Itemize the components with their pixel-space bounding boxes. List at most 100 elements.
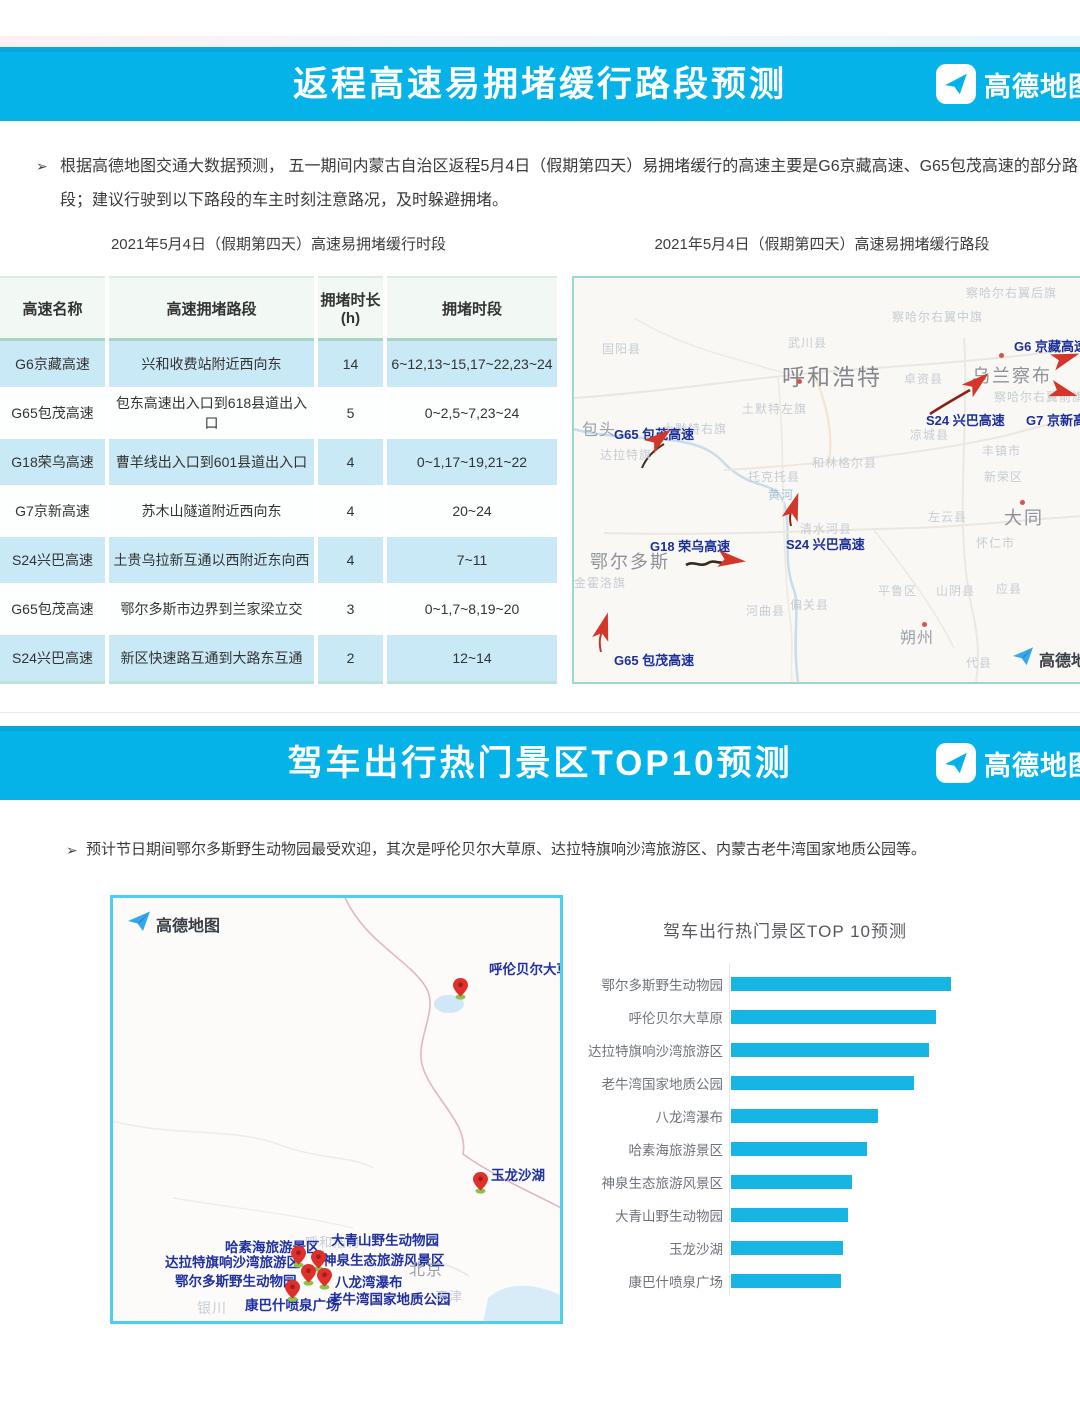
table-cell: 兴和收费站附近西向东 <box>107 340 316 389</box>
chart-bar <box>731 1208 848 1222</box>
infographic-page: 返程高速易拥堵缓行路段预测 高德地图 ➢ 根据高德地图交通大数据预测， 五一期间… <box>0 0 1080 1408</box>
chart-row: 达拉特旗响沙湾旅游区 <box>585 1033 1080 1066</box>
chart-category-label: 呼伦贝尔大草原 <box>585 1007 723 1027</box>
map-pin-icon <box>317 1268 332 1290</box>
pin-label-daqingshan: 大青山野生动物园 <box>331 1229 439 1249</box>
section2-title: 驾车出行热门景区TOP10预测 <box>0 726 1080 800</box>
map-label-tumd-left: 土默特左旗 <box>742 400 807 417</box>
chart-row: 呼伦贝尔大草原 <box>585 1000 1080 1033</box>
map-label-tianjin: 天津 <box>435 1286 463 1305</box>
table-cell: 鄂尔多斯市边界到兰家梁立交 <box>107 585 316 634</box>
chart-row: 老牛湾国家地质公园 <box>585 1066 1080 1099</box>
bullet-icon: ➢ <box>36 151 48 181</box>
chart-category-label: 大青山野生动物园 <box>585 1205 723 1225</box>
section2-intro: ➢ 预计节日期间鄂尔多斯野生动物园最受欢迎，其次是呼伦贝尔大草原、达拉特旗响沙湾… <box>66 834 1080 866</box>
table-cell: 14 <box>316 340 385 389</box>
table-cell: 5 <box>316 389 385 438</box>
section1-intro-text: 根据高德地图交通大数据预测， 五一期间内蒙古自治区返程5月4日（假期第四天）易拥… <box>60 158 1078 209</box>
congestion-table: 高速名称 高速拥堵路段 拥堵时长 (h) 拥堵时段 G6京藏高速兴和收费站附近西… <box>0 276 557 684</box>
chart-row: 大青山野生动物园 <box>585 1198 1080 1231</box>
chart-row: 玉龙沙湖 <box>585 1231 1080 1264</box>
chart-bar <box>731 1241 843 1255</box>
amap-map-logo-text: 高德地图 <box>156 912 220 936</box>
table-cell: 20~24 <box>385 487 557 536</box>
col-header-segment: 高速拥堵路段 <box>107 277 316 340</box>
table-cell: 0~1,7~8,19~20 <box>385 585 557 634</box>
chart-title: 驾车出行热门景区TOP 10预测 <box>585 917 985 942</box>
section2-intro-text: 预计节日期间鄂尔多斯野生动物园最受欢迎，其次是呼伦贝尔大草原、达拉特旗响沙湾旅游… <box>86 841 926 858</box>
amap-plane-icon <box>1012 646 1034 671</box>
table-cell: G65包茂高速 <box>0 389 107 438</box>
table-cell: 7~11 <box>385 536 557 585</box>
map-label-daixian: 代县 <box>966 654 992 671</box>
map-label-huairen: 怀仁市 <box>976 534 1015 551</box>
section1-title: 返程高速易拥堵缓行路段预测 <box>0 47 1080 121</box>
section2-header: 驾车出行热门景区TOP10预测 高德地图 <box>0 726 1080 800</box>
chart-bar <box>731 977 951 991</box>
map-label-g65-bottom: G65 包茂高速 <box>614 650 694 669</box>
table-cell: 新区快速路互通到大路东互通 <box>107 634 316 683</box>
map-caption: 2021年5月4日（假期第四天）高速易拥堵缓行路段 <box>572 233 1072 254</box>
map-label-pianguan: 偏关县 <box>790 596 829 613</box>
pin-label-laoniuwan: 老牛湾国家地质公园 <box>329 1288 451 1308</box>
pin-label-yulong: 玉龙沙湖 <box>491 1164 545 1184</box>
table-cell: G65包茂高速 <box>0 585 107 634</box>
amap-map-logo-text: 高德地图 <box>1039 647 1080 671</box>
section-divider <box>0 712 1080 713</box>
table-cell: 曹羊线出入口到601县道出入口 <box>107 438 316 487</box>
table-cell: 4 <box>316 487 385 536</box>
map-label-tuoketuo: 托克托县 <box>748 468 800 485</box>
pin-label-xiangshawan: 达拉特旗响沙湾旅游区 <box>165 1251 300 1271</box>
table-cell: S24兴巴高速 <box>0 634 107 683</box>
congestion-map: 察哈尔右翼后旗 察哈尔右翼中旗 武川县 固阳县 G6 京藏高速 呼和浩特 乌兰察… <box>572 276 1080 684</box>
map-label-zuoyun: 左云县 <box>928 508 967 525</box>
arrow-icon <box>717 549 747 572</box>
amap-plane-icon <box>127 910 151 937</box>
section1-header: 返程高速易拥堵缓行路段预测 高德地图 <box>0 47 1080 121</box>
chart-row: 八龙湾瀑布 <box>585 1099 1080 1132</box>
city-dot <box>922 622 927 627</box>
table-header-row: 高速名称 高速拥堵路段 拥堵时长 (h) 拥堵时段 <box>0 277 557 340</box>
table-row: G18荣乌高速曹羊线出入口到601县道出入口40~1,17~19,21~22 <box>0 438 557 487</box>
city-dot <box>1020 500 1025 505</box>
chart-category-label: 老牛湾国家地质公园 <box>585 1073 723 1093</box>
map-label-datong: 大同 <box>1004 504 1044 530</box>
map-pin-icon <box>301 1264 316 1286</box>
table-cell: 6~12,13~15,17~22,23~24 <box>385 340 557 389</box>
table-cell: G7京新高速 <box>0 487 107 536</box>
table-cell: S24兴巴高速 <box>0 536 107 585</box>
brand-name: 高德地图 <box>984 744 1080 783</box>
map-pin-icon <box>453 978 468 1000</box>
chart-bar <box>731 1175 852 1189</box>
map-label-beijing: 北京 <box>409 1256 443 1280</box>
chart-category-label: 康巴什喷泉广场 <box>585 1271 723 1291</box>
table-caption: 2021年5月4日（假期第四天）高速易拥堵缓行时段 <box>0 233 557 254</box>
map-label-hequ: 河曲县 <box>746 602 785 619</box>
amap-map-logo: 高德地图 <box>127 910 220 937</box>
chart-bar <box>731 1142 867 1156</box>
brand-name: 高德地图 <box>984 65 1080 104</box>
map-label-shanyin: 山阴县 <box>936 582 975 599</box>
chart-category-label: 八龙湾瀑布 <box>585 1106 723 1126</box>
map-label-pinglu: 平鲁区 <box>878 582 917 599</box>
chart-bar <box>731 1076 914 1090</box>
map-pin-icon <box>285 1280 300 1302</box>
chart-row: 哈素海旅游景区 <box>585 1132 1080 1165</box>
chart-category-label: 玉龙沙湖 <box>585 1238 723 1258</box>
chart-category-label: 达拉特旗响沙湾旅游区 <box>585 1040 723 1060</box>
chart-bar <box>731 1274 841 1288</box>
map-label-wuchuan: 武川县 <box>788 334 827 351</box>
chart-row: 神泉生态旅游风景区 <box>585 1165 1080 1198</box>
table-cell: 3 <box>316 585 385 634</box>
table-cell: G6京藏高速 <box>0 340 107 389</box>
table-cell: 4 <box>316 536 385 585</box>
map-label-fengzhen: 丰镇市 <box>982 442 1021 459</box>
table-row: G65包茂高速鄂尔多斯市边界到兰家梁立交30~1,7~8,19~20 <box>0 585 557 634</box>
table-cell: 0~2,5~7,23~24 <box>385 389 557 438</box>
map-label-baotou: 包头 <box>582 416 616 440</box>
map-label-helinger: 和林格尔县 <box>812 454 877 471</box>
chart-rows: 鄂尔多斯野生动物园呼伦贝尔大草原达拉特旗响沙湾旅游区老牛湾国家地质公园八龙湾瀑布… <box>585 967 1080 1297</box>
bullet-icon: ➢ <box>66 835 78 865</box>
table-cell: 2 <box>316 634 385 683</box>
col-header-duration: 拥堵时长 (h) <box>316 277 385 340</box>
